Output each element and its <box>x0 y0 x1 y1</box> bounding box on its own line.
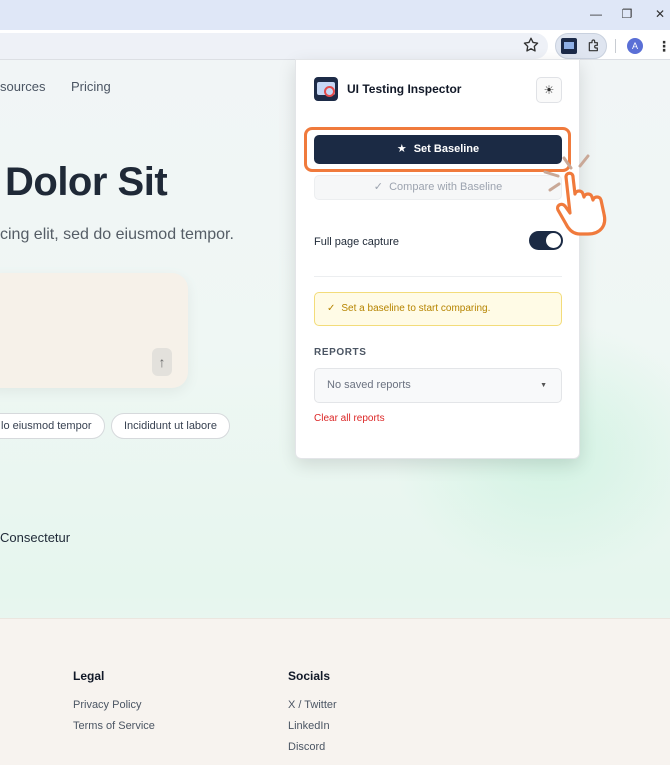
theme-toggle-button[interactable]: ☀ <box>536 77 562 103</box>
send-button[interactable]: ↑ <box>152 348 172 376</box>
extension-popup: UI Testing Inspector ☀ ★ Set Baseline ✓ C… <box>295 59 580 459</box>
section-link[interactable]: Consectetur <box>0 530 70 545</box>
inspector-logo-icon <box>314 77 338 101</box>
restore-button[interactable]: ❐ <box>616 4 638 24</box>
compare-label: Compare with Baseline <box>389 181 503 193</box>
check-icon: ✓ <box>373 181 383 193</box>
pointer-hand-icon <box>543 154 607 236</box>
footer-link-privacy[interactable]: Privacy Policy <box>73 699 141 711</box>
ui-inspector-extension-icon[interactable] <box>561 38 577 54</box>
footer-link-twitter[interactable]: X / Twitter <box>288 699 337 711</box>
suggestion-chip[interactable]: lo eiusmod tempor <box>0 413 105 439</box>
full-page-label: Full page capture <box>314 236 399 248</box>
star-icon: ★ <box>396 143 407 155</box>
browser-titlebar: — ❐ ✕ <box>0 0 670 30</box>
bookmark-star-icon[interactable] <box>522 36 540 54</box>
hero-title: Dolor Sit <box>5 160 168 204</box>
toolbar-separator <box>615 39 616 53</box>
reports-heading: REPORTS <box>314 347 367 358</box>
popup-title: UI Testing Inspector <box>347 82 462 96</box>
popup-divider <box>314 276 562 277</box>
profile-avatar[interactable]: A <box>627 38 643 54</box>
footer-link-linkedin[interactable]: LinkedIn <box>288 720 330 732</box>
close-window-button[interactable]: ✕ <box>649 4 670 24</box>
clear-reports-link[interactable]: Clear all reports <box>314 413 385 424</box>
footer-heading-socials: Socials <box>288 669 331 683</box>
set-baseline-button[interactable]: ★ Set Baseline <box>314 135 562 164</box>
reports-select[interactable]: No saved reports ▼ <box>314 368 562 403</box>
set-baseline-label: Set Baseline <box>413 143 480 155</box>
nav-link-pricing[interactable]: Pricing <box>71 79 111 94</box>
alert-text: Set a baseline to start comparing. <box>341 303 491 314</box>
caret-down-icon: ▼ <box>540 382 547 389</box>
sun-icon: ☀ <box>543 83 555 97</box>
minimize-button[interactable]: — <box>585 4 607 24</box>
site-footer: Legal Privacy Policy Terms of Service So… <box>0 618 670 765</box>
footer-link-discord[interactable]: Discord <box>288 741 325 753</box>
extensions-group <box>555 33 607 59</box>
check-icon: ✓ <box>327 303 336 314</box>
nav-link-resources[interactable]: sources <box>0 79 46 94</box>
compare-baseline-button[interactable]: ✓ Compare with Baseline <box>314 175 562 200</box>
baseline-alert: ✓ Set a baseline to start comparing. <box>314 292 562 326</box>
hero-subtitle: cing elit, sed do eiusmod tempor. <box>0 226 234 243</box>
browser-toolbar: A ⋮ <box>0 30 670 60</box>
puzzle-icon[interactable] <box>586 38 602 54</box>
address-bar[interactable] <box>0 33 548 59</box>
footer-heading-legal: Legal <box>73 669 105 683</box>
footer-link-terms[interactable]: Terms of Service <box>73 720 155 732</box>
reports-select-value: No saved reports <box>327 379 411 391</box>
browser-menu-icon[interactable]: ⋮ <box>657 37 670 55</box>
suggestion-chip[interactable]: Incididunt ut labore <box>111 413 230 439</box>
